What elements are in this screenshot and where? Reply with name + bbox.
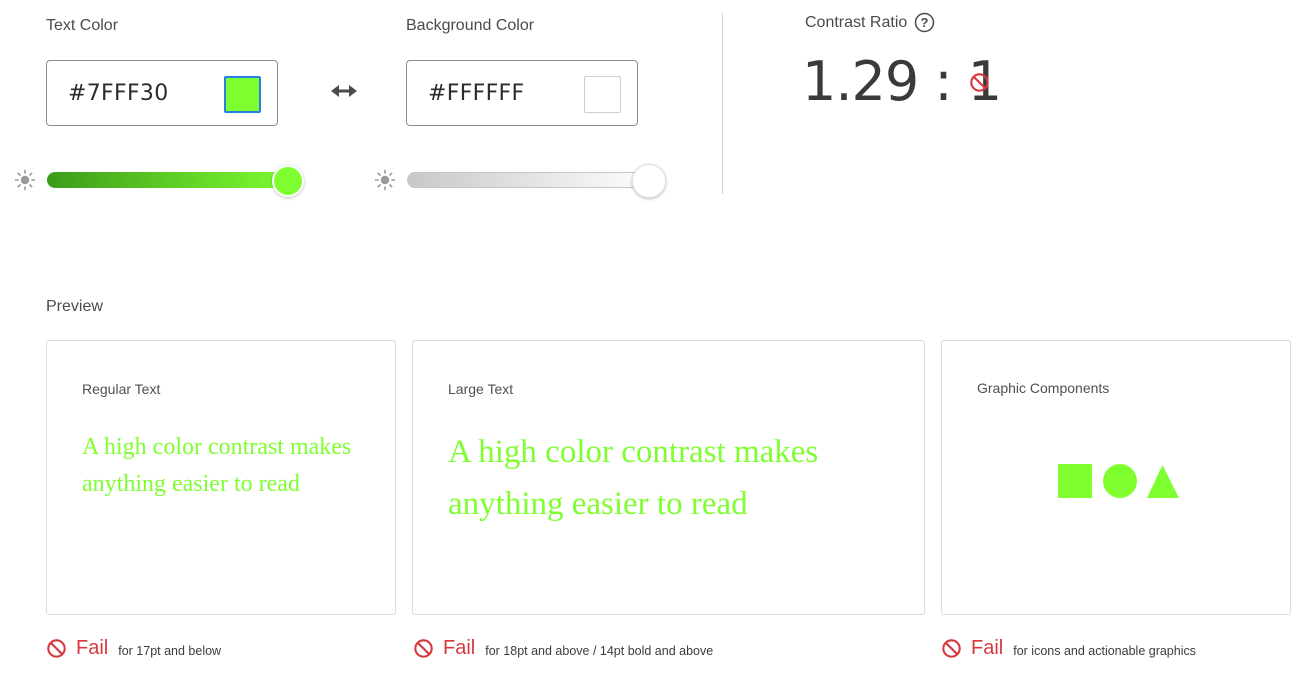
triangle-shape <box>1147 465 1179 498</box>
regular-text-sample: A high color contrast makes anything eas… <box>82 434 352 497</box>
regular-text-criteria: for 17pt and below <box>118 643 222 658</box>
circle-shape <box>1103 464 1137 498</box>
background-color-swatch[interactable] <box>584 76 621 113</box>
background-color-label: Background Color <box>406 17 535 34</box>
contrast-ratio-label: Contrast Ratio <box>805 14 908 31</box>
graphic-components-card: Graphic Components <box>941 340 1291 615</box>
square-shape <box>1058 464 1092 498</box>
fail-circle-icon <box>414 639 433 658</box>
section-divider <box>722 13 723 194</box>
text-color-value: #7FFF30 <box>68 81 169 106</box>
fail-circle-icon <box>970 73 989 92</box>
graphic-components-criteria: for icons and actionable graphics <box>1013 643 1196 658</box>
text-brightness-thumb[interactable] <box>272 165 304 197</box>
fail-circle-icon <box>942 639 961 658</box>
background-brightness-slider[interactable] <box>407 172 657 188</box>
large-text-card: Large Text A high color contrast makes a… <box>412 340 925 615</box>
preview-label: Preview <box>46 298 103 315</box>
graphic-components-title: Graphic Components <box>977 380 1110 396</box>
regular-text-status: Fail <box>76 637 109 659</box>
fail-circle-icon <box>47 639 66 658</box>
large-text-status: Fail <box>443 637 476 659</box>
large-text-result: Fail for 18pt and above / 14pt bold and … <box>413 637 713 660</box>
regular-text-card: Regular Text A high color contrast makes… <box>46 340 396 615</box>
large-text-criteria: for 18pt and above / 14pt bold and above <box>485 643 714 658</box>
text-brightness-slider[interactable] <box>47 172 297 188</box>
graphic-components-result: Fail for icons and actionable graphics <box>941 637 1196 660</box>
brightness-icon <box>14 169 36 191</box>
text-color-input[interactable]: #7FFF30 <box>46 60 278 126</box>
large-text-sample: A high color contrast makes anything eas… <box>448 434 819 522</box>
brightness-icon <box>374 169 396 191</box>
text-color-swatch[interactable] <box>224 76 261 113</box>
question-circle-icon[interactable]: ? <box>914 12 935 33</box>
regular-text-title: Regular Text <box>82 381 161 397</box>
regular-text-result: Fail for 17pt and below <box>46 637 221 660</box>
graphic-shapes <box>1058 464 1179 498</box>
background-color-value: #FFFFFF <box>428 81 525 106</box>
svg-text:?: ? <box>921 15 929 30</box>
background-color-input[interactable]: #FFFFFF <box>406 60 638 126</box>
large-text-title: Large Text <box>448 381 514 397</box>
text-color-label: Text Color <box>46 17 119 34</box>
swap-arrows-icon[interactable] <box>331 83 357 99</box>
background-brightness-thumb[interactable] <box>632 164 666 198</box>
graphic-components-status: Fail <box>971 637 1004 659</box>
